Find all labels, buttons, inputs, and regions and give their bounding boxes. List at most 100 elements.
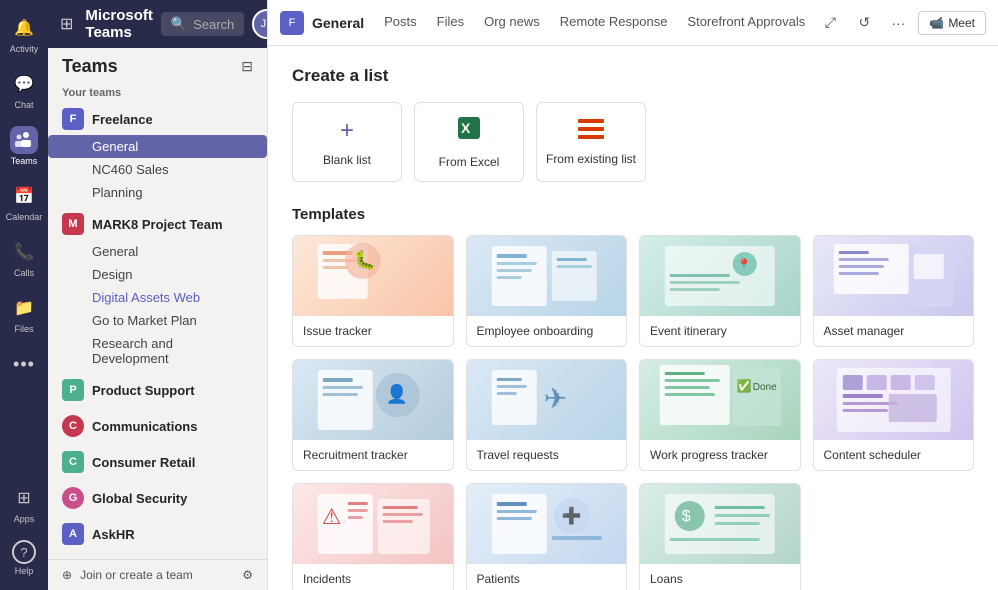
template-recruit[interactable]: 👤 Recruitment tracker: [292, 359, 454, 471]
sidebar-title: Teams: [62, 56, 118, 77]
template-event[interactable]: 📍 Event itinerary: [639, 235, 801, 347]
channel-label-rnd: Research and Development: [92, 336, 253, 366]
nav-label-files: Files: [14, 324, 33, 334]
template-travel[interactable]: ✈ Travel requests: [466, 359, 628, 471]
template-work[interactable]: ✅ Done Work progress tracker: [639, 359, 801, 471]
channel-item-design[interactable]: Design: [48, 263, 267, 286]
tab-label-orgnews: Org news: [484, 14, 540, 29]
channel-label: General: [92, 244, 138, 259]
team-group-consumer: C Consumer Retail ···: [48, 446, 267, 478]
tab-remote[interactable]: Remote Response: [550, 0, 678, 46]
nav-item-calls[interactable]: 📞 Calls: [4, 232, 44, 284]
nav-item-help[interactable]: ? Help: [4, 534, 44, 582]
existing-list-card[interactable]: From existing list: [536, 102, 646, 182]
join-create-team[interactable]: ⊕ Join or create a team ⚙: [48, 559, 267, 590]
team-row-askhr[interactable]: A AskHR ···: [48, 518, 267, 550]
blank-list-card[interactable]: + Blank list: [292, 102, 402, 182]
teams-icon: [10, 126, 38, 154]
template-label-asset: Asset manager: [814, 316, 974, 346]
topbar-right: JD: [252, 9, 268, 39]
settings-icon[interactable]: ⚙: [242, 568, 253, 582]
template-label-issue: Issue tracker: [293, 316, 453, 346]
template-employee[interactable]: Employee onboarding: [466, 235, 628, 347]
svg-text:X: X: [461, 120, 471, 136]
blank-list-label: Blank list: [323, 153, 371, 167]
help-icon: ?: [12, 540, 36, 564]
team-icon-freelance: F: [62, 108, 84, 130]
excel-list-card[interactable]: X From Excel: [414, 102, 524, 182]
tab-label-files: Files: [437, 14, 464, 29]
tab-posts[interactable]: Posts: [374, 0, 427, 46]
team-row-freelance[interactable]: F Freelance ···: [48, 103, 267, 135]
nav-item-more[interactable]: •••: [4, 344, 44, 384]
team-left-security: G Global Security: [62, 487, 187, 509]
channel-item-digital[interactable]: Digital Assets Web: [48, 286, 267, 309]
channel-item-gtm[interactable]: Go to Market Plan: [48, 309, 267, 332]
plus-icon: +: [340, 117, 354, 145]
team-row-security[interactable]: G Global Security ···: [48, 482, 267, 514]
nav-label-calendar: Calendar: [6, 212, 43, 222]
team-icon-consumer: C: [62, 451, 84, 473]
team-name-mark8: MARK8 Project Team: [92, 217, 223, 232]
team-left-mark8: M MARK8 Project Team: [62, 213, 223, 235]
nav-item-teams[interactable]: Teams: [4, 120, 44, 172]
team-group-product: P Product Support ···: [48, 374, 267, 406]
nav-label-chat: Chat: [14, 100, 33, 110]
template-issue[interactable]: 🐛 Issue tracker: [292, 235, 454, 347]
template-asset[interactable]: Asset manager: [813, 235, 975, 347]
nav-item-chat[interactable]: 💬 Chat: [4, 64, 44, 116]
template-label-work: Work progress tracker: [640, 440, 800, 470]
search-icon: 🔍: [171, 16, 187, 32]
your-teams-label: Your teams: [48, 81, 267, 103]
user-avatar[interactable]: JD: [252, 9, 268, 39]
files-icon: 📁: [10, 294, 38, 322]
nav-item-files[interactable]: 📁 Files: [4, 288, 44, 340]
sidebar-header-actions: ⊟: [241, 58, 253, 75]
team-icon-product: P: [62, 379, 84, 401]
tab-orgnews[interactable]: Org news: [474, 0, 550, 46]
template-content[interactable]: Content scheduler: [813, 359, 975, 471]
team-row-product[interactable]: P Product Support ···: [48, 374, 267, 406]
meet-label: Meet: [948, 16, 975, 30]
tab-files[interactable]: Files: [427, 0, 474, 46]
channel-title: General: [312, 15, 364, 31]
team-left-comms: C Communications: [62, 415, 197, 437]
team-group-security: G Global Security ···: [48, 482, 267, 514]
team-left: F Freelance: [62, 108, 153, 130]
template-patients[interactable]: ➕ Patients: [466, 483, 628, 590]
channel-item-general[interactable]: General ···: [48, 135, 267, 158]
channel-item-planning[interactable]: Planning: [48, 181, 267, 204]
svg-text:✅: ✅: [737, 379, 752, 393]
template-label-loans: Loans: [640, 564, 800, 590]
nav-item-activity[interactable]: 🔔 Activity: [4, 8, 44, 60]
channel-item-rnd[interactable]: Research and Development: [48, 332, 267, 370]
chat-icon: 💬: [10, 70, 38, 98]
team-row-comms[interactable]: C Communications ···: [48, 410, 267, 442]
nav-item-calendar[interactable]: 📅 Calendar: [4, 176, 44, 228]
main-content: F General Posts Files Org news Remote Re…: [268, 0, 998, 590]
expand-btn[interactable]: ⤢: [816, 9, 844, 37]
template-preview-employee: [467, 236, 627, 316]
team-icon-security: G: [62, 487, 84, 509]
sidebar: ⊞ Microsoft Teams 🔍 Search JD Teams ⊟ Yo…: [48, 0, 268, 590]
template-incident[interactable]: ⚠ Incidents: [292, 483, 454, 590]
team-name-product: Product Support: [92, 383, 195, 398]
channel-item-mark8-general[interactable]: General: [48, 240, 267, 263]
template-loans[interactable]: $ Loans: [639, 483, 801, 590]
tab-storefront[interactable]: Storefront Approvals: [677, 0, 814, 46]
team-group-freelance: F Freelance ··· General ··· NC460 Sales …: [48, 103, 267, 204]
team-row-mark8[interactable]: M MARK8 Project Team ···: [48, 208, 267, 240]
nav-item-apps[interactable]: ⊞ Apps: [4, 478, 44, 530]
meet-btn[interactable]: 📹 Meet: [918, 11, 986, 35]
tab-list: Posts Files Org news Remote Response Sto…: [374, 0, 814, 46]
filter-icon[interactable]: ⊟: [241, 58, 253, 75]
team-row-consumer[interactable]: C Consumer Retail ···: [48, 446, 267, 478]
refresh-btn[interactable]: ↺: [850, 9, 878, 37]
more-icon: •••: [10, 350, 38, 378]
svg-text:👤: 👤: [386, 383, 408, 404]
grid-icon[interactable]: ⊞: [60, 14, 73, 34]
more-btn[interactable]: ···: [884, 9, 912, 37]
channel-item-nc460[interactable]: NC460 Sales: [48, 158, 267, 181]
team-icon-mark8: M: [62, 213, 84, 235]
search-box[interactable]: 🔍 Search: [161, 12, 244, 36]
